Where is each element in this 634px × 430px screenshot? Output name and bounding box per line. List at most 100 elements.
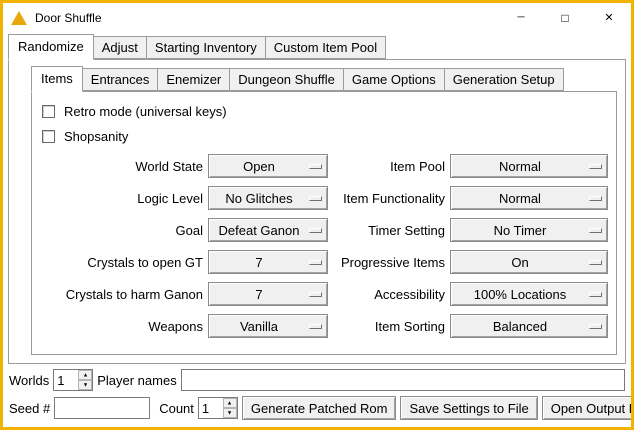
minimize-button[interactable]: ─ xyxy=(499,3,543,32)
count-input[interactable] xyxy=(199,398,223,418)
dropdown-indicator-icon xyxy=(589,260,602,265)
timer-setting-dropdown[interactable]: No Timer xyxy=(450,218,608,242)
options-grid: World State Open Item Pool Normal Logic … xyxy=(38,154,610,338)
item-sorting-dropdown[interactable]: Balanced xyxy=(450,314,608,338)
seed-input[interactable] xyxy=(54,397,150,419)
app-icon xyxy=(11,11,27,25)
worlds-spin-up-button[interactable]: ▲ xyxy=(78,370,92,380)
dropdown-value: 7 xyxy=(209,255,309,270)
dropdown-value: On xyxy=(451,255,589,270)
dropdown-value: Vanilla xyxy=(209,319,309,334)
shopsanity-checkbox[interactable] xyxy=(42,130,55,143)
count-spin-down-button[interactable]: ▼ xyxy=(223,408,237,418)
dropdown-value: 100% Locations xyxy=(451,287,589,302)
generate-patched-rom-button[interactable]: Generate Patched Rom xyxy=(242,396,397,420)
tab-game-options[interactable]: Game Options xyxy=(343,68,445,91)
seed-label: Seed # xyxy=(9,401,50,416)
count-spinbox: ▲ ▼ xyxy=(198,397,238,419)
accessibility-label: Accessibility xyxy=(333,287,445,302)
dropdown-value: Normal xyxy=(451,191,589,206)
worlds-input[interactable] xyxy=(54,370,78,390)
retro-mode-checkbox[interactable] xyxy=(42,105,55,118)
dropdown-indicator-icon xyxy=(589,324,602,329)
retro-mode-label: Retro mode (universal keys) xyxy=(64,104,227,119)
tab-randomize[interactable]: Randomize xyxy=(8,34,94,60)
item-pool-label: Item Pool xyxy=(333,159,445,174)
worlds-spin-down-button[interactable]: ▼ xyxy=(78,380,92,390)
count-spin-arrows: ▲ ▼ xyxy=(223,398,237,418)
logic-level-label: Logic Level xyxy=(38,191,203,206)
weapons-dropdown[interactable]: Vanilla xyxy=(208,314,328,338)
progressive-items-dropdown[interactable]: On xyxy=(450,250,608,274)
world-state-label: World State xyxy=(38,159,203,174)
maximize-button[interactable]: □ xyxy=(543,3,587,32)
dropdown-value: Defeat Ganon xyxy=(209,223,309,238)
accessibility-dropdown[interactable]: 100% Locations xyxy=(450,282,608,306)
dropdown-indicator-icon xyxy=(309,324,322,329)
tab-starting-inventory[interactable]: Starting Inventory xyxy=(146,36,266,59)
worlds-spinbox: ▲ ▼ xyxy=(53,369,93,391)
item-functionality-dropdown[interactable]: Normal xyxy=(450,186,608,210)
goal-dropdown[interactable]: Defeat Ganon xyxy=(208,218,328,242)
item-sorting-label: Item Sorting xyxy=(333,319,445,334)
tab-generation-setup[interactable]: Generation Setup xyxy=(444,68,564,91)
tab-enemizer[interactable]: Enemizer xyxy=(157,68,230,91)
maximize-icon: □ xyxy=(561,11,568,25)
spin-down-icon: ▼ xyxy=(227,410,233,416)
count-label: Count xyxy=(159,401,194,416)
player-names-label: Player names xyxy=(97,373,176,388)
crystals-ganon-dropdown[interactable]: 7 xyxy=(208,282,328,306)
dropdown-value: No Timer xyxy=(451,223,589,238)
progressive-items-label: Progressive Items xyxy=(333,255,445,270)
dropdown-value: 7 xyxy=(209,287,309,302)
world-state-dropdown[interactable]: Open xyxy=(208,154,328,178)
worlds-spin-arrows: ▲ ▼ xyxy=(78,370,92,390)
item-pool-dropdown[interactable]: Normal xyxy=(450,154,608,178)
spin-down-icon: ▼ xyxy=(82,382,88,388)
spin-up-icon: ▲ xyxy=(82,372,88,378)
dropdown-indicator-icon xyxy=(589,292,602,297)
dropdown-indicator-icon xyxy=(309,228,322,233)
dropdown-indicator-icon xyxy=(309,292,322,297)
dropdown-indicator-icon xyxy=(309,196,322,201)
tab-items[interactable]: Items xyxy=(31,66,83,92)
checkbox-retro-mode[interactable]: Retro mode (universal keys) xyxy=(42,104,610,119)
dropdown-indicator-icon xyxy=(589,196,602,201)
spin-up-icon: ▲ xyxy=(227,400,233,406)
crystals-gt-label: Crystals to open GT xyxy=(38,255,203,270)
dropdown-value: No Glitches xyxy=(209,191,309,206)
outer-tab-bar: Randomize Adjust Starting Inventory Cust… xyxy=(8,34,626,59)
player-names-input[interactable] xyxy=(181,369,625,391)
close-button[interactable]: ✕ xyxy=(587,3,631,32)
crystals-gt-dropdown[interactable]: 7 xyxy=(208,250,328,274)
door-shuffle-window: Door Shuffle ─ □ ✕ Randomize Adjust Star… xyxy=(0,0,634,430)
worlds-label: Worlds xyxy=(9,373,49,388)
tab-dungeon-shuffle[interactable]: Dungeon Shuffle xyxy=(229,68,344,91)
close-icon: ✕ xyxy=(604,11,613,24)
save-settings-button[interactable]: Save Settings to File xyxy=(400,396,537,420)
minimize-icon: ─ xyxy=(517,12,524,23)
item-functionality-label: Item Functionality xyxy=(333,191,445,206)
dropdown-value: Balanced xyxy=(451,319,589,334)
logic-level-dropdown[interactable]: No Glitches xyxy=(208,186,328,210)
footer: Worlds ▲ ▼ Player names Seed # Count ▲ ▼ xyxy=(3,364,631,427)
checkbox-shopsanity[interactable]: Shopsanity xyxy=(42,129,610,144)
items-pane: Retro mode (universal keys) Shopsanity W… xyxy=(31,91,617,355)
worlds-row: Worlds ▲ ▼ Player names xyxy=(9,369,625,391)
tab-entrances[interactable]: Entrances xyxy=(82,68,159,91)
titlebar[interactable]: Door Shuffle ─ □ ✕ xyxy=(3,3,631,32)
dropdown-indicator-icon xyxy=(589,228,602,233)
timer-setting-label: Timer Setting xyxy=(333,223,445,238)
count-spin-up-button[interactable]: ▲ xyxy=(223,398,237,408)
crystals-ganon-label: Crystals to harm Ganon xyxy=(38,287,203,302)
inner-tab-bar: Items Entrances Enemizer Dungeon Shuffle… xyxy=(31,66,617,91)
tab-custom-item-pool[interactable]: Custom Item Pool xyxy=(265,36,386,59)
tab-adjust[interactable]: Adjust xyxy=(93,36,147,59)
dropdown-indicator-icon xyxy=(589,164,602,169)
weapons-label: Weapons xyxy=(38,319,203,334)
window-title: Door Shuffle xyxy=(35,11,499,25)
seed-row: Seed # Count ▲ ▼ Generate Patched Rom Sa… xyxy=(9,396,625,420)
dropdown-value: Normal xyxy=(451,159,589,174)
dropdown-indicator-icon xyxy=(309,164,322,169)
open-output-directory-button[interactable]: Open Output Directory xyxy=(542,396,634,420)
